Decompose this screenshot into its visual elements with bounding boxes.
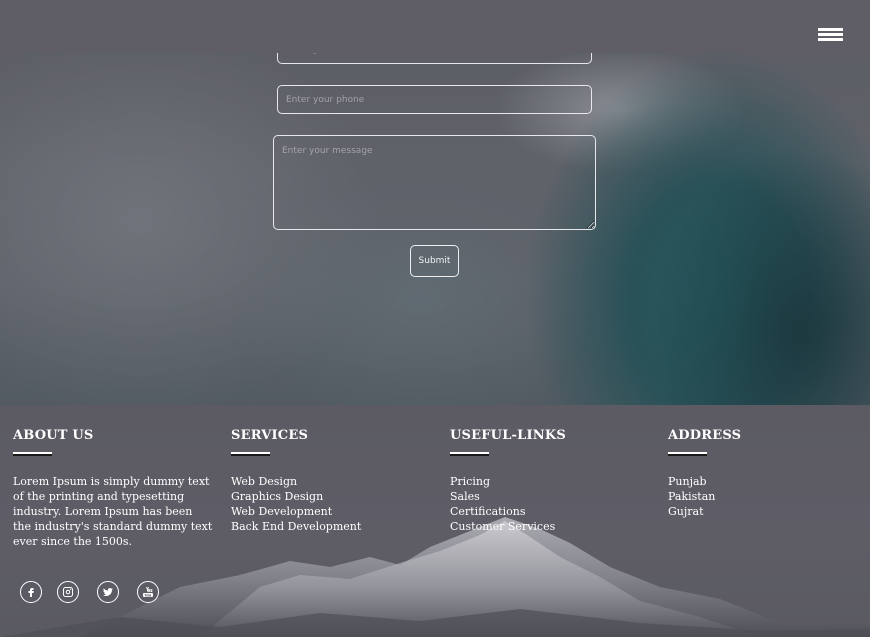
address-line: Gujrat [668,505,704,518]
service-link-web-design[interactable]: Web Design [231,475,297,488]
footer-services-column: SERVICES Web Design Graphics Design Web … [231,428,431,534]
submit-button[interactable]: Submit [410,245,459,277]
hamburger-line [818,38,843,41]
contact-section: Submit [0,0,870,405]
link-sales[interactable]: Sales [450,490,480,503]
address-list: Punjab Pakistan Gujrat [668,474,858,519]
service-link-graphics-design[interactable]: Graphics Design [231,490,323,503]
phone-field[interactable] [277,85,592,114]
link-pricing[interactable]: Pricing [450,475,490,488]
hamburger-line [818,28,843,31]
footer-about-column: ABOUT US Lorem Ipsum is simply dummy tex… [13,428,213,549]
heading-underline [13,452,52,454]
hamburger-line [818,33,843,36]
link-certifications[interactable]: Certifications [450,505,525,518]
services-list: Web Design Graphics Design Web Developme… [231,474,431,534]
useful-links-list: Pricing Sales Certifications Customer Se… [450,474,650,534]
hamburger-menu-icon[interactable] [818,28,843,41]
facebook-icon[interactable] [20,581,42,603]
top-navbar [0,0,870,53]
heading-underline [450,452,489,454]
about-heading: ABOUT US [13,428,94,443]
about-text: Lorem Ipsum is simply dummy text of the … [13,475,213,548]
heading-underline [668,452,707,454]
service-link-back-end-development[interactable]: Back End Development [231,520,361,533]
address-line: Pakistan [668,490,716,503]
heading-underline [231,452,270,454]
footer-useful-links-column: USEFUL-LINKS Pricing Sales Certification… [450,428,650,534]
services-heading: SERVICES [231,428,309,443]
instagram-icon[interactable] [57,581,79,603]
address-heading: ADDRESS [668,428,742,443]
footer-address-column: ADDRESS Punjab Pakistan Gujrat [668,428,858,519]
youtube-icon[interactable] [137,581,159,603]
useful-links-heading: USEFUL-LINKS [450,428,566,443]
message-textarea[interactable] [273,135,596,230]
twitter-icon[interactable] [97,581,119,603]
address-line: Punjab [668,475,707,488]
footer: ABOUT US Lorem Ipsum is simply dummy tex… [0,405,870,637]
service-link-web-development[interactable]: Web Development [231,505,332,518]
link-customer-services[interactable]: Customer Services [450,520,555,533]
